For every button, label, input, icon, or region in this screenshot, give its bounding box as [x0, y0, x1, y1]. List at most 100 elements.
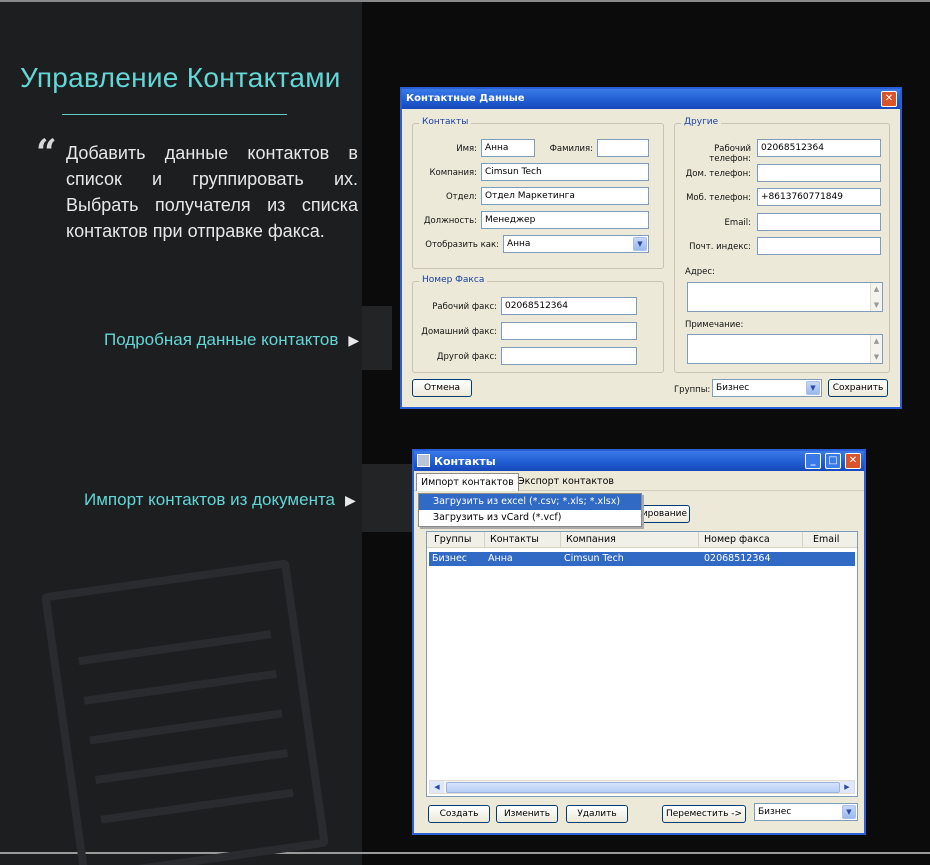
callout-label: Импорт контактов из документа — [84, 490, 336, 509]
last-name-input[interactable] — [597, 139, 649, 157]
display-as-label: Отобразить как: — [425, 240, 499, 250]
note-label: Примечание: — [685, 320, 744, 330]
cell-group: Бизнес — [432, 553, 468, 564]
cell-email — [805, 552, 811, 554]
mobile-input[interactable]: +8613760771849 — [757, 188, 881, 206]
work-fax-input[interactable]: 02068512364 — [501, 297, 637, 315]
minimize-icon[interactable]: _ — [805, 453, 821, 469]
move-button[interactable]: Переместить -> — [662, 805, 746, 823]
list-header: Группы Контакты Компания Номер факса Ema… — [427, 532, 857, 548]
home-phone-input[interactable] — [757, 164, 881, 182]
department-label: Отдел: — [445, 192, 477, 202]
company-label: Компания: — [429, 168, 477, 178]
edit-button[interactable]: Изменить — [496, 805, 558, 823]
address-scrollbar[interactable]: ▲ ▼ — [870, 283, 882, 311]
create-button[interactable]: Создать — [428, 805, 490, 823]
partial-hidden-button[interactable]: ирование — [634, 505, 690, 523]
cell-fax: 02068512364 — [704, 553, 771, 564]
work-fax-label: Рабочий факс: — [432, 302, 497, 312]
scroll-thumb[interactable] — [446, 782, 840, 793]
groups-select[interactable]: Бизнес ▼ — [712, 379, 822, 397]
close-icon[interactable]: ✕ — [881, 91, 897, 107]
first-name-label: Имя: — [456, 144, 477, 154]
group-move-select[interactable]: Бизнес ▼ — [754, 803, 858, 821]
menu-item-load-vcard[interactable]: Загрузить из vCard (*.vcf) — [419, 510, 641, 526]
window-title: Контакты — [434, 455, 496, 468]
column-header[interactable]: Контакты — [485, 532, 561, 548]
cancel-button[interactable]: Отмена — [412, 379, 472, 397]
callout-shade-1 — [362, 306, 392, 370]
mobile-label: Моб. телефон: — [686, 193, 751, 203]
document-decoration-icon — [41, 559, 329, 865]
position-label: Должность: — [423, 216, 477, 226]
address-label: Адрес: — [685, 267, 715, 277]
fax-group: Номер Факса Рабочий факс: 02068512364 До… — [412, 275, 664, 373]
window-titlebar: Контакты _ □ ✕ — [414, 451, 864, 471]
chevron-down-icon[interactable]: ▼ — [633, 237, 647, 251]
company-input[interactable]: Cimsun Tech — [481, 163, 649, 181]
postal-input[interactable] — [757, 237, 881, 255]
home-fax-label: Домашний факс: — [421, 327, 497, 337]
email-label: Email: — [724, 218, 751, 228]
page-description: Добавить данные контактов в список и гру… — [66, 143, 358, 241]
page-title: Управление Контактами — [20, 62, 341, 93]
department-input[interactable]: Отдел Маркетинга — [481, 187, 649, 205]
position-input[interactable]: Менеджер — [481, 211, 649, 229]
cell-contact: Анна — [488, 553, 513, 564]
display-as-select[interactable]: Анна ▼ — [503, 235, 649, 253]
work-phone-label: Рабочий телефон: — [709, 144, 751, 164]
home-phone-label: Дом. телефон: — [685, 169, 751, 179]
column-header[interactable]: Номер факса — [699, 532, 803, 548]
callout-label: Подробная данные контактов — [104, 330, 339, 349]
scroll-left-icon[interactable]: ◀ — [430, 781, 444, 793]
quote-icon: “ — [36, 132, 57, 174]
contacts-group: Контакты Имя: Анна Фамилия: Компания: Ci… — [412, 117, 664, 269]
cell-company: Cimsun Tech — [564, 553, 624, 564]
triangle-right-icon: ▶ — [345, 492, 356, 508]
column-header[interactable]: Группы — [429, 532, 485, 548]
callout-shade-2 — [362, 464, 412, 532]
horizontal-scrollbar[interactable]: ◀ ▶ — [429, 780, 855, 794]
menu-import-contacts[interactable]: Импорт контактов — [416, 473, 519, 491]
groups-value: Бизнес — [716, 383, 750, 393]
note-textarea[interactable]: ▲ ▼ — [687, 334, 883, 364]
table-row[interactable]: Бизнес Анна Cimsun Tech 02068512364 — [429, 552, 855, 566]
contacts-list[interactable]: Группы Контакты Компания Номер факса Ema… — [426, 531, 858, 797]
import-dropdown-menu: Загрузить из excel (*.csv; *.xls; *.xlsx… — [418, 493, 642, 527]
contacts-window: Контакты _ □ ✕ Импорт контактов Экспорт … — [412, 449, 866, 835]
callout-import-contacts: Импорт контактов из документа ▶ — [84, 490, 356, 510]
last-name-label: Фамилия: — [549, 144, 593, 154]
column-header[interactable]: Компания — [561, 532, 699, 548]
dialog-title: Контактные Данные — [406, 93, 525, 104]
contact-details-dialog: Контактные Данные ✕ Контакты Имя: Анна Ф… — [400, 87, 902, 409]
menu-export-contacts[interactable]: Экспорт контактов — [514, 473, 618, 491]
callout-contact-details: Подробная данные контактов ▶ — [104, 330, 359, 350]
dialog-titlebar: Контактные Данные ✕ — [402, 89, 900, 109]
display-as-value: Анна — [507, 239, 531, 249]
chevron-down-icon[interactable]: ▼ — [842, 805, 856, 819]
other-fax-input[interactable] — [501, 347, 637, 365]
triangle-right-icon: ▶ — [348, 332, 360, 348]
first-name-input[interactable]: Анна — [481, 139, 535, 157]
menubar: Импорт контактов Экспорт контактов — [414, 473, 864, 491]
group-move-value: Бизнес — [758, 807, 792, 817]
note-scrollbar[interactable]: ▲ ▼ — [870, 335, 882, 363]
delete-button[interactable]: Удалить — [566, 805, 628, 823]
close-icon[interactable]: ✕ — [845, 453, 861, 469]
title-underline — [62, 114, 287, 115]
save-button[interactable]: Сохранить — [828, 379, 888, 397]
top-divider — [0, 0, 930, 2]
home-fax-input[interactable] — [501, 322, 637, 340]
chevron-down-icon[interactable]: ▼ — [806, 381, 820, 395]
other-group: Другие Рабочий телефон: 02068512364 Дом.… — [674, 117, 890, 373]
address-textarea[interactable]: ▲ ▼ — [687, 282, 883, 312]
fax-group-legend: Номер Факса — [419, 275, 488, 285]
contacts-group-legend: Контакты — [419, 117, 472, 127]
menu-item-load-excel[interactable]: Загрузить из excel (*.csv; *.xls; *.xlsx… — [419, 494, 641, 510]
other-group-legend: Другие — [681, 117, 722, 127]
email-input[interactable] — [757, 213, 881, 231]
scroll-right-icon[interactable]: ▶ — [840, 781, 854, 793]
work-phone-input[interactable]: 02068512364 — [757, 139, 881, 157]
maximize-icon[interactable]: □ — [825, 453, 841, 469]
column-header[interactable]: Email — [803, 532, 857, 548]
